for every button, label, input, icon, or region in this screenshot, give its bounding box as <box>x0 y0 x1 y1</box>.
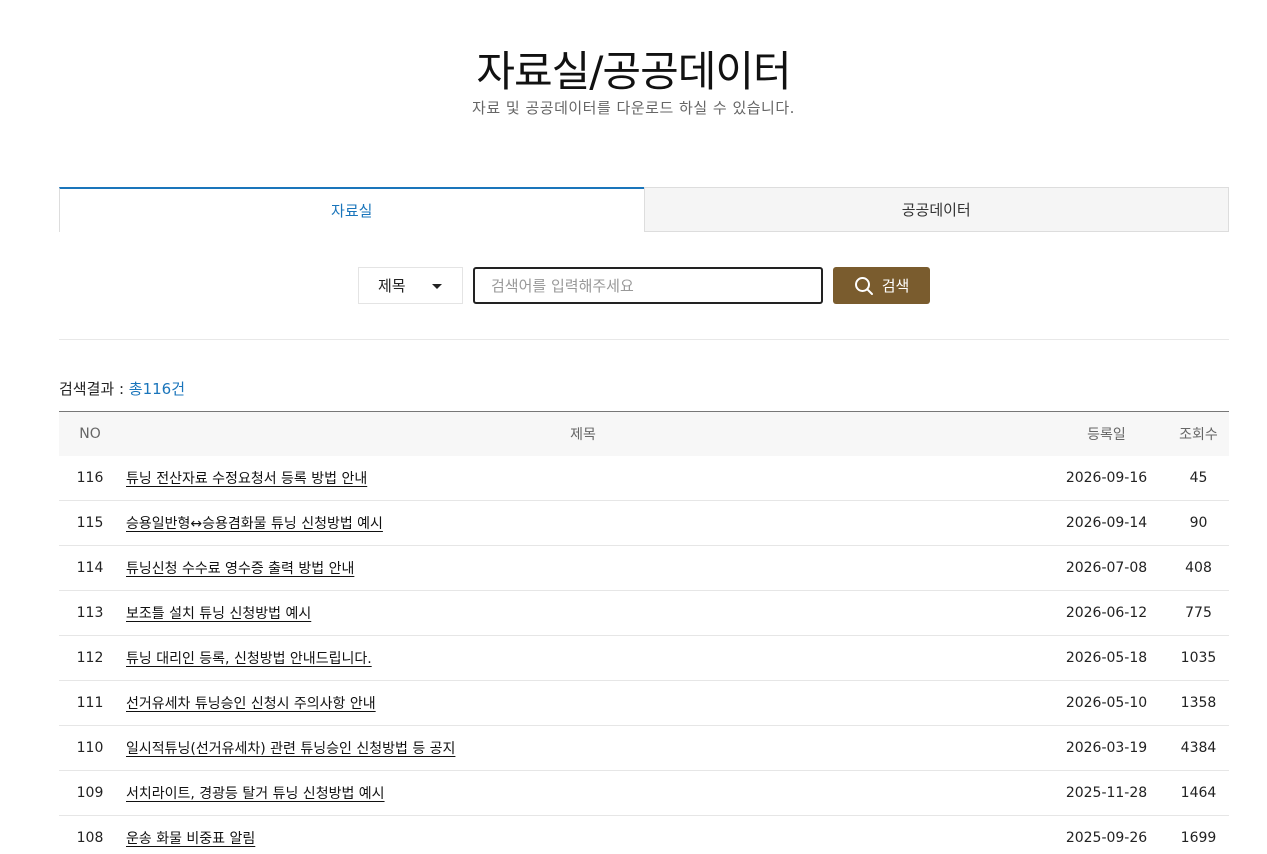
row-views: 1699 <box>1180 830 1217 846</box>
row-title-link[interactable]: 서치라이트, 경광등 탈거 튜닝 신청방법 예시 <box>126 786 385 802</box>
result-count-prefix: 검색결과 : <box>59 380 129 398</box>
row-title-link[interactable]: 튜닝신청 수수료 영수증 출력 방법 안내 <box>126 561 354 577</box>
row-date: 2025-09-26 <box>1065 830 1148 846</box>
table-row: 111 선거유세차 튜닝승인 신청시 주의사항 안내 2026-05-10 1358 <box>59 681 1229 726</box>
row-no: 115 <box>76 515 104 531</box>
row-title-link[interactable]: 일시적튜닝(선거유세차) 관련 튜닝승인 신청방법 등 공지 <box>126 741 455 757</box>
row-title-cell: 일시적튜닝(선거유세차) 관련 튜닝승인 신청방법 등 공지 <box>121 738 1045 758</box>
page-title: 자료실/공공데이터 <box>476 47 791 96</box>
table-row: 109 서치라이트, 경광등 탈거 튜닝 신청방법 예시 2025-11-28 146… <box>59 771 1229 816</box>
row-date: 2026-05-18 <box>1065 650 1148 666</box>
row-title-link[interactable]: 선거유세차 튜닝승인 신청시 주의사항 안내 <box>126 696 376 712</box>
table-body: 116 튜닝 전산자료 수정요청서 등록 방법 안내 2026-09-16 45 115… <box>59 456 1229 854</box>
table-row: 114 튜닝신청 수수료 영수증 출력 방법 안내 2026-07-08 408 <box>59 546 1229 591</box>
row-title-link[interactable]: 튜닝 대리인 등록, 신청방법 안내드립니다. <box>126 651 372 667</box>
row-views: 4384 <box>1180 740 1217 756</box>
row-views: 90 <box>1189 515 1208 531</box>
search-icon <box>854 276 873 295</box>
row-title-link[interactable]: 튜닝 전산자료 수정요청서 등록 방법 안내 <box>126 471 367 487</box>
row-date: 2025-11-28 <box>1065 785 1148 801</box>
row-title-link[interactable]: 운송 화물 비중표 알림 <box>126 831 255 847</box>
row-title-cell: 튜닝신청 수수료 영수증 출력 방법 안내 <box>121 558 1045 578</box>
row-title-cell: 보조틀 설치 튜닝 신청방법 예시 <box>121 603 1045 623</box>
table-row: 115 승용일반형↔승용겸화물 튜닝 신청방법 예시 2026-09-14 90 <box>59 501 1229 546</box>
search-button[interactable]: 검색 <box>833 267 930 304</box>
row-no: 111 <box>76 695 104 711</box>
header-views: 조회수 <box>1179 427 1218 443</box>
result-count-value: 총116건 <box>128 380 186 398</box>
search-input[interactable] <box>473 267 823 304</box>
row-title-cell: 선거유세차 튜닝승인 신청시 주의사항 안내 <box>121 693 1045 713</box>
row-no: 116 <box>76 470 104 486</box>
row-no: 112 <box>76 650 104 666</box>
divider <box>59 339 1229 340</box>
table-row: 112 튜닝 대리인 등록, 신청방법 안내드립니다. 2026-05-18 1035 <box>59 636 1229 681</box>
row-title-link[interactable]: 승용일반형↔승용겸화물 튜닝 신청방법 예시 <box>126 516 383 532</box>
tab-archive[interactable]: 자료실 <box>59 187 644 232</box>
tab-public-data[interactable]: 공공데이터 <box>643 187 1229 232</box>
row-date: 2026-07-08 <box>1065 560 1148 576</box>
row-title-cell: 튜닝 대리인 등록, 신청방법 안내드립니다. <box>121 648 1045 668</box>
row-date: 2026-06-12 <box>1065 605 1148 621</box>
row-no: 110 <box>76 740 104 756</box>
chevron-down-icon <box>432 284 442 289</box>
search-field-select[interactable]: 제목 <box>358 267 463 304</box>
row-title-cell: 튜닝 전산자료 수정요청서 등록 방법 안내 <box>121 468 1045 488</box>
table-row: 113 보조틀 설치 튜닝 신청방법 예시 2026-06-12 775 <box>59 591 1229 636</box>
row-date: 2026-03-19 <box>1065 740 1148 756</box>
row-views: 1035 <box>1180 650 1217 666</box>
row-views: 1358 <box>1180 695 1217 711</box>
row-no: 109 <box>76 785 104 801</box>
row-views: 1464 <box>1180 785 1217 801</box>
row-date: 2026-05-10 <box>1065 695 1148 711</box>
board-table: NO 제목 등록일 조회수 116 튜닝 전산자료 수정요청서 등록 방법 안내 2… <box>59 411 1229 854</box>
row-title-cell: 운송 화물 비중표 알림 <box>121 828 1045 848</box>
row-date: 2026-09-16 <box>1065 470 1148 486</box>
row-views: 775 <box>1185 605 1212 621</box>
search-button-label: 검색 <box>881 277 910 295</box>
table-row: 110 일시적튜닝(선거유세차) 관련 튜닝승인 신청방법 등 공지 2026-03… <box>59 726 1229 771</box>
header-date: 등록일 <box>1087 427 1126 443</box>
table-header: NO 제목 등록일 조회수 <box>59 412 1229 456</box>
row-title-cell: 서치라이트, 경광등 탈거 튜닝 신청방법 예시 <box>121 783 1045 803</box>
tab-bar: 자료실 공공데이터 <box>59 187 1229 232</box>
row-no: 114 <box>76 560 104 576</box>
row-title-cell: 승용일반형↔승용겸화물 튜닝 신청방법 예시 <box>121 513 1045 533</box>
header-title: 제목 <box>570 427 596 443</box>
row-title-link[interactable]: 보조틀 설치 튜닝 신청방법 예시 <box>126 606 311 622</box>
row-views: 45 <box>1189 470 1208 486</box>
row-no: 113 <box>76 605 104 621</box>
row-views: 408 <box>1185 560 1212 576</box>
table-row: 108 운송 화물 비중표 알림 2025-09-26 1699 <box>59 816 1229 854</box>
result-count: 검색결과 : 총116건 <box>59 378 185 399</box>
header-no: NO <box>79 426 101 442</box>
row-date: 2026-09-14 <box>1065 515 1148 531</box>
search-field-select-value: 제목 <box>378 277 406 295</box>
table-row: 116 튜닝 전산자료 수정요청서 등록 방법 안내 2026-09-16 45 <box>59 456 1229 501</box>
search-bar: 제목 검색 <box>0 267 1267 304</box>
row-no: 108 <box>76 830 104 846</box>
page-subtitle: 자료 및 공공데이터를 다운로드 하실 수 있습니다. <box>472 99 795 117</box>
